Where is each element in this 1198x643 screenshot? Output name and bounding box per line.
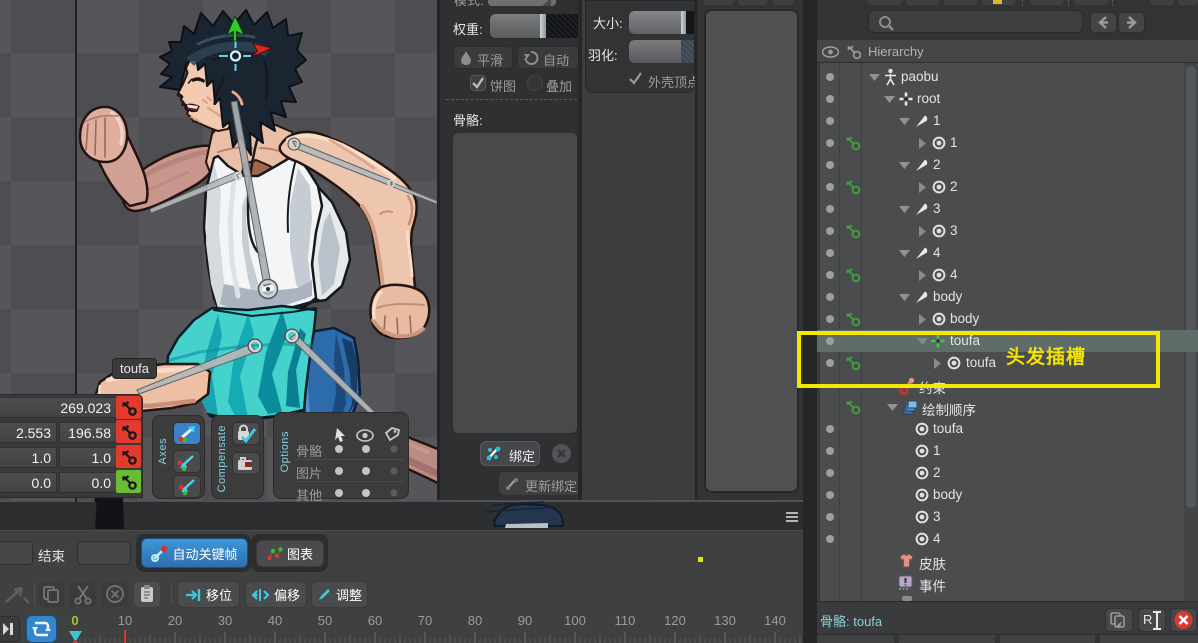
svg-text:80: 80 (468, 613, 482, 628)
svg-text:40: 40 (268, 613, 282, 628)
svg-text:100: 100 (564, 613, 586, 628)
svg-text:130: 130 (714, 613, 736, 628)
svg-text:60: 60 (368, 613, 382, 628)
svg-text:30: 30 (218, 613, 232, 628)
svg-text:120: 120 (664, 613, 686, 628)
svg-text:70: 70 (418, 613, 432, 628)
svg-text:10: 10 (118, 613, 132, 628)
svg-text:0: 0 (71, 613, 78, 628)
svg-text:90: 90 (518, 613, 532, 628)
svg-text:110: 110 (615, 613, 636, 628)
svg-text:140: 140 (764, 613, 786, 628)
svg-text:20: 20 (168, 613, 182, 628)
svg-text:50: 50 (318, 613, 332, 628)
